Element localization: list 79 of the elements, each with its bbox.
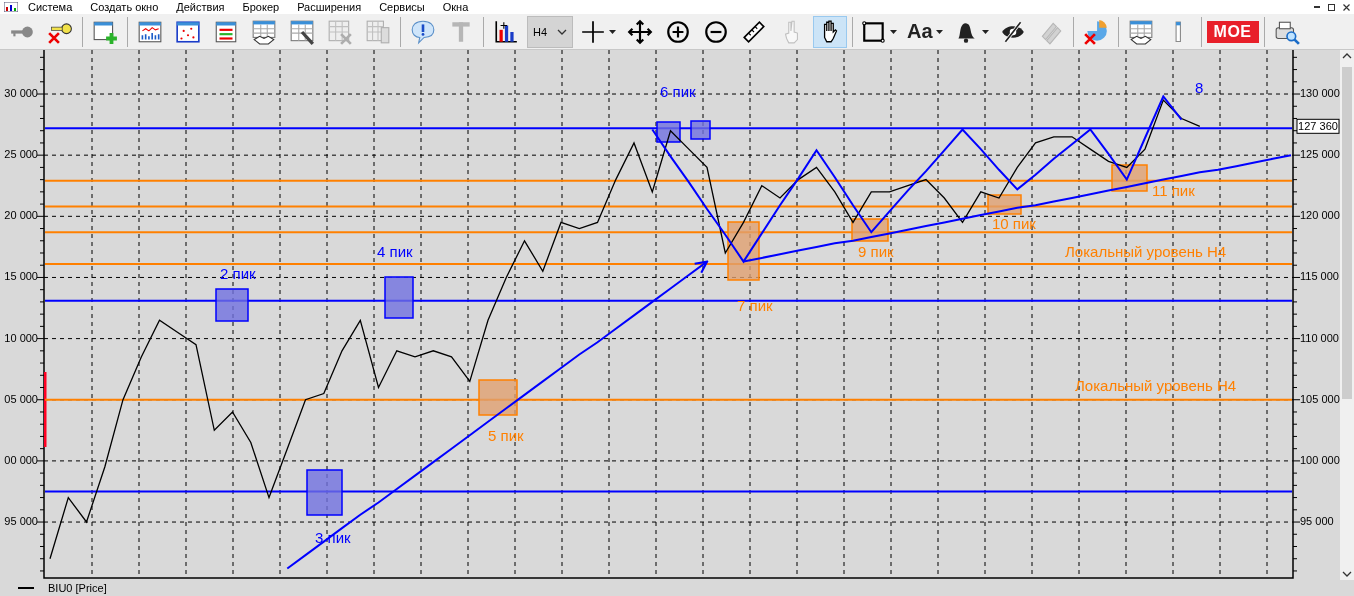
close-icon[interactable]: [1343, 3, 1350, 11]
trend-line[interactable]: [742, 154, 1292, 263]
axis-label: 120 000: [1300, 209, 1340, 222]
caret-icon: [981, 29, 989, 34]
chart-label: 2 пик: [220, 264, 256, 282]
axis-label: 30 000: [4, 86, 38, 99]
level-line[interactable]: [44, 179, 1293, 182]
caret-icon: [609, 29, 616, 34]
menu-item[interactable]: Создать окно: [90, 0, 159, 14]
level-line[interactable]: [44, 299, 1293, 302]
chart-label: Локальный уровень H4: [1075, 376, 1237, 394]
caret-icon: [935, 29, 943, 34]
axis-label: 125 000: [1300, 148, 1340, 161]
scatter-window-icon: [175, 18, 201, 45]
table-edge-icon: [1175, 20, 1182, 43]
legend-line-icon: [18, 587, 34, 589]
scroll-down-icon[interactable]: [1342, 571, 1352, 577]
axis-label: 15 000: [4, 270, 38, 283]
table-x-icon: [327, 18, 353, 45]
crosshair-icon: [580, 18, 606, 45]
scroll-thumb[interactable]: [1342, 67, 1352, 399]
info-bubble-icon: [410, 18, 436, 45]
hand-button[interactable]: [813, 15, 847, 48]
timeframe-button[interactable]: H4: [527, 15, 573, 48]
last-price-tag: 127 360: [1296, 118, 1340, 134]
wrench-table-icon: [289, 18, 315, 45]
handshake-table-icon: [1127, 18, 1154, 45]
chart-label: 5 пик: [488, 426, 524, 444]
zoom-in-icon: [665, 18, 691, 45]
menu-item[interactable]: Расширения: [297, 0, 362, 14]
chart-label: 9 пик: [858, 242, 894, 260]
axis-label: 25 000: [4, 148, 38, 161]
menu-item[interactable]: Брокер: [242, 0, 280, 14]
chart-label: 11 пик: [1152, 181, 1195, 199]
axis-label: 100 000: [1300, 453, 1340, 466]
ruler-icon: [741, 18, 767, 45]
axis-label: 115 000: [1300, 270, 1339, 283]
series-name: BIU0 [Price]: [48, 582, 107, 594]
chart-label: 6 пик: [660, 82, 696, 100]
axis-label: 95 000: [4, 514, 38, 527]
axis-label: 05 000: [4, 392, 38, 405]
chart-label: 3 пик: [315, 528, 351, 546]
level-line[interactable]: [44, 231, 1293, 234]
axis-label: 110 000: [1300, 331, 1339, 344]
exchange-button[interactable]: MOE: [1206, 20, 1259, 43]
axis-label: 10 000: [4, 331, 38, 344]
caret-icon: [557, 28, 567, 35]
chart-label: 4 пик: [377, 242, 413, 260]
highlight-box[interactable]: [656, 121, 681, 143]
tables-icon: [365, 18, 391, 45]
axis-label: 95 000: [1300, 514, 1334, 527]
axis-label: 105 000: [1300, 392, 1340, 405]
scrollbar[interactable]: [1340, 50, 1354, 580]
caret-icon: [890, 29, 897, 34]
level-line[interactable]: [44, 205, 1293, 208]
menu-item[interactable]: Сервисы: [379, 0, 425, 14]
chart-label: 8: [1195, 78, 1204, 96]
menu-item[interactable]: Система: [28, 0, 73, 14]
highlight-box[interactable]: [478, 379, 518, 416]
chart-label: 7 пик: [737, 296, 773, 314]
maximize-icon[interactable]: [1328, 3, 1335, 11]
bar-chart-icon: [493, 18, 519, 45]
level-line[interactable]: [44, 127, 1293, 130]
chart-label: 10 пик: [992, 214, 1036, 232]
pie-x-icon: [1082, 18, 1109, 45]
axis-label: 20 000: [4, 209, 38, 222]
text-button[interactable]: Aa: [904, 15, 946, 48]
move-icon: [627, 18, 653, 45]
axis-label: 130 000: [1300, 86, 1340, 99]
scroll-up-icon[interactable]: [1342, 53, 1352, 59]
handshake-table-icon: [251, 18, 277, 45]
highlight-box[interactable]: [727, 221, 760, 281]
rectangle-icon: [861, 18, 887, 45]
menu-item[interactable]: Окна: [442, 0, 469, 14]
menu-item[interactable]: Действия: [176, 0, 225, 14]
trend-line[interactable]: [286, 260, 709, 570]
chart-label: Локальный уровень H4: [1065, 242, 1227, 260]
axis-label: 00 000: [4, 453, 38, 466]
zoom-out-icon: [703, 18, 729, 45]
